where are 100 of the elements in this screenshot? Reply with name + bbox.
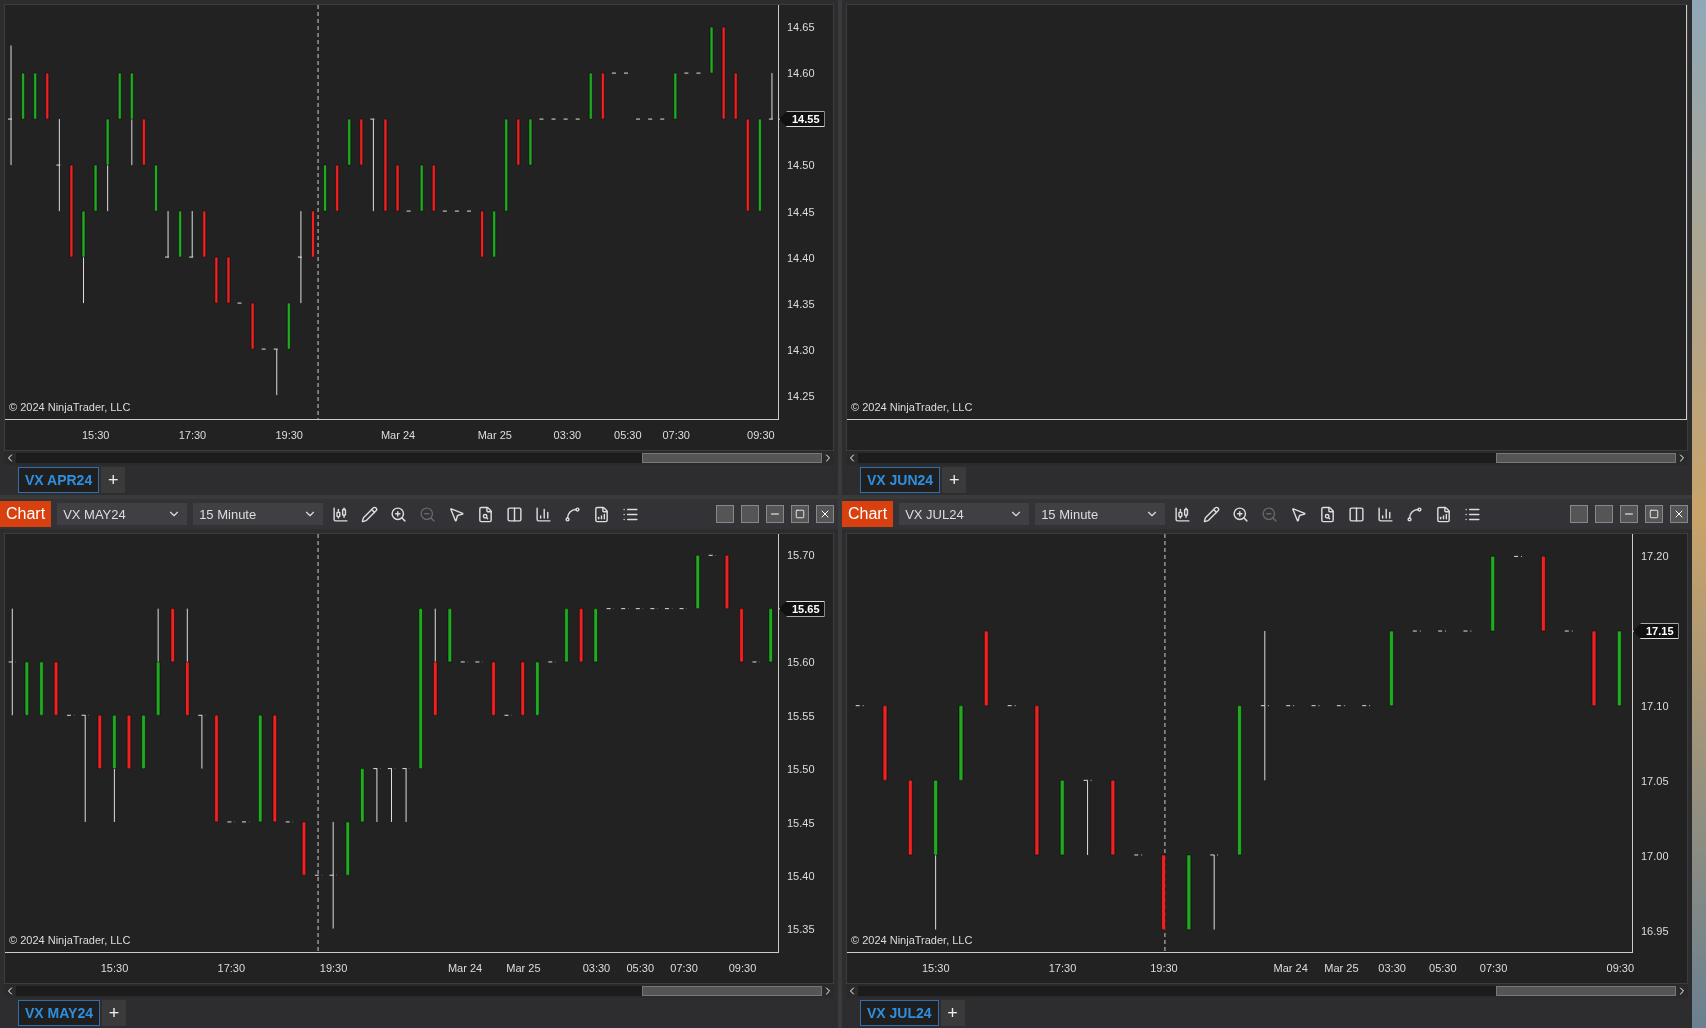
minimize-button[interactable] bbox=[1620, 505, 1638, 523]
candle bbox=[226, 256, 231, 304]
candle bbox=[372, 768, 382, 823]
time-tick: Mar 25 bbox=[1324, 962, 1359, 974]
instrument-tab[interactable]: VX MAY24 bbox=[18, 1000, 100, 1026]
chart-button[interactable]: Chart bbox=[0, 501, 52, 527]
candle bbox=[347, 118, 351, 166]
price-tick: 14.65 bbox=[787, 21, 815, 34]
scroll-thumb[interactable] bbox=[1496, 986, 1676, 996]
add-tab-button[interactable]: + bbox=[101, 467, 126, 493]
close-button[interactable] bbox=[816, 505, 834, 523]
instrument-tab[interactable]: VX JUL24 bbox=[860, 1000, 939, 1026]
time-tick: Mar 25 bbox=[506, 962, 541, 974]
candle bbox=[178, 210, 182, 258]
time-tick: 03:30 bbox=[582, 962, 611, 974]
scroll-thumb[interactable] bbox=[642, 986, 822, 996]
candle bbox=[188, 210, 196, 258]
interval-dropdown[interactable]: 15 Minute bbox=[193, 503, 324, 525]
candle bbox=[250, 302, 255, 350]
price-tick: 15.50 bbox=[787, 763, 815, 776]
price-tick: 17.20 bbox=[1641, 550, 1669, 563]
time-tick: 09:30 bbox=[1606, 962, 1635, 974]
price-tick: 15.40 bbox=[787, 870, 815, 883]
close-icon bbox=[819, 508, 831, 520]
candle bbox=[724, 554, 730, 610]
candle bbox=[287, 302, 291, 350]
time-tick: 05:30 bbox=[1429, 962, 1457, 974]
time-tick: 15:30 bbox=[81, 429, 110, 441]
minimize-button[interactable] bbox=[766, 505, 784, 523]
price-marker: 17.15 bbox=[1633, 623, 1679, 640]
time-tick: 15:30 bbox=[921, 962, 950, 974]
maximize-button[interactable] bbox=[1645, 505, 1663, 523]
candle bbox=[593, 608, 598, 663]
scroll-thumb[interactable] bbox=[642, 453, 822, 463]
scrollbar[interactable] bbox=[4, 984, 834, 998]
candle bbox=[516, 118, 521, 166]
candle bbox=[164, 210, 172, 258]
candle bbox=[142, 118, 146, 166]
maximize-icon bbox=[795, 509, 805, 519]
instrument-tab[interactable]: VX JUN24 bbox=[860, 467, 941, 493]
candle bbox=[528, 118, 533, 166]
instrument-dropdown[interactable]: VX MAY24 bbox=[57, 503, 188, 525]
tile-button[interactable] bbox=[1595, 505, 1613, 523]
candle bbox=[45, 72, 50, 120]
candle bbox=[202, 210, 207, 258]
candle bbox=[345, 821, 350, 876]
time-tick: 17:30 bbox=[178, 429, 207, 441]
candle bbox=[154, 164, 158, 212]
candle bbox=[359, 118, 364, 166]
maximize-icon bbox=[1649, 509, 1659, 519]
time-tick: Mar 24 bbox=[1273, 962, 1308, 974]
candle bbox=[432, 164, 436, 212]
scrollbar[interactable] bbox=[4, 451, 834, 465]
candle bbox=[360, 768, 365, 823]
price-tick: 15.60 bbox=[787, 656, 815, 669]
candle bbox=[564, 608, 569, 663]
candle bbox=[93, 164, 98, 212]
scroll-thumb[interactable] bbox=[1496, 453, 1676, 463]
tile-button[interactable] bbox=[1570, 505, 1588, 523]
time-tick: 07:30 bbox=[662, 429, 690, 441]
scrollbar[interactable] bbox=[846, 984, 1688, 998]
candle bbox=[335, 164, 339, 212]
close-button[interactable] bbox=[1670, 505, 1688, 523]
candle bbox=[126, 714, 132, 770]
candle bbox=[733, 72, 738, 120]
candle bbox=[768, 72, 776, 120]
candle bbox=[118, 72, 122, 120]
candle bbox=[709, 26, 714, 74]
candle bbox=[273, 348, 281, 396]
time-tick: 03:30 bbox=[1378, 962, 1406, 974]
add-tab-button[interactable]: + bbox=[942, 467, 967, 493]
price-tick: 17.10 bbox=[1641, 700, 1669, 713]
scrollbar[interactable] bbox=[846, 451, 1688, 465]
maximize-button[interactable] bbox=[791, 505, 809, 523]
time-tick: 05:30 bbox=[614, 429, 642, 441]
chart-button[interactable]: Chart bbox=[842, 501, 894, 527]
time-tick: 17:30 bbox=[1048, 962, 1077, 974]
price-tick: 17.05 bbox=[1641, 774, 1669, 787]
candle bbox=[480, 210, 484, 258]
candle bbox=[589, 72, 593, 120]
instrument-tab[interactable]: VX APR24 bbox=[18, 467, 100, 493]
time-tick: 09:30 bbox=[728, 962, 757, 974]
candle bbox=[323, 164, 327, 212]
copyright-text: © 2024 NinjaTrader, LLC bbox=[851, 401, 973, 413]
tile-button[interactable] bbox=[716, 505, 734, 523]
add-tab-button[interactable]: + bbox=[101, 1000, 126, 1026]
price-tick: 14.60 bbox=[787, 67, 815, 80]
time-tick: Mar 24 bbox=[380, 429, 416, 441]
tile-button[interactable] bbox=[741, 505, 759, 523]
time-tick: 17:30 bbox=[217, 962, 246, 974]
add-tab-button[interactable]: + bbox=[940, 1000, 965, 1026]
candle bbox=[419, 164, 424, 212]
price-tick: 14.30 bbox=[787, 343, 815, 356]
candle bbox=[492, 210, 496, 258]
candle bbox=[579, 608, 584, 663]
instrument-dropdown[interactable]: VX JUL24 bbox=[899, 503, 1030, 525]
price-tick: 15.45 bbox=[787, 816, 815, 829]
interval-dropdown[interactable]: 15 Minute bbox=[1035, 503, 1166, 525]
candle bbox=[401, 768, 411, 823]
time-tick: 19:30 bbox=[275, 429, 303, 441]
